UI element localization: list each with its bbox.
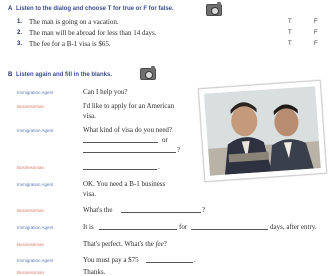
speaker-label: Businessman xyxy=(17,242,45,247)
speaker-label: Immigration Agent xyxy=(17,128,54,133)
speaker-label: Businessman xyxy=(17,270,45,275)
true-option[interactable]: T xyxy=(288,19,292,25)
question-mark: ? xyxy=(202,206,206,214)
photo-frame xyxy=(197,79,328,183)
section-b-letter: B xyxy=(8,72,13,78)
fill-blank[interactable] xyxy=(83,163,157,170)
speaker-label: Businessman xyxy=(17,104,45,109)
audio-camera-icon[interactable] xyxy=(140,66,156,80)
statement-number: 1. xyxy=(17,19,23,25)
section-a-instruction: Listen to the dialog and choose T for tr… xyxy=(16,6,174,12)
for-word: for xyxy=(179,223,188,231)
fill-blank[interactable] xyxy=(99,223,177,230)
statement-number: 2. xyxy=(17,30,23,36)
fill-blank[interactable] xyxy=(146,256,193,263)
true-option[interactable]: T xyxy=(288,30,292,36)
dialog-line: That's perfect. What's the fee? xyxy=(83,240,167,248)
dialog-line-continued: visa. xyxy=(83,112,97,120)
dialog-line: You must pay a $75 xyxy=(83,256,139,264)
dialog-line-continued: visa. xyxy=(83,190,97,198)
statement-text: The man will be abroad for less than 14 … xyxy=(29,29,157,37)
emphasized-word: fee xyxy=(155,240,164,248)
speaker-label: Immigration Agent xyxy=(17,90,54,95)
section-a-letter: A xyxy=(8,6,13,12)
false-option[interactable]: F xyxy=(314,30,318,36)
audio-camera-icon[interactable] xyxy=(206,2,222,16)
statement-number: 3. xyxy=(17,41,23,47)
dialog-line: What's the xyxy=(83,206,113,214)
fill-blank[interactable] xyxy=(121,206,201,213)
question-mark: ? xyxy=(177,146,181,154)
dialog-line: Thanks. xyxy=(83,268,106,276)
or-word: or xyxy=(162,136,168,144)
true-option[interactable]: T xyxy=(288,41,292,47)
false-option[interactable]: F xyxy=(314,41,318,47)
speaker-label: Businessman xyxy=(17,165,45,170)
fill-blank[interactable] xyxy=(83,146,176,153)
period: . xyxy=(158,163,160,171)
speaker-label: Immigration Agent xyxy=(17,258,54,263)
dialog-line: What kind of visa do you need? xyxy=(83,126,173,134)
dialog-line-text: That's perfect. What's the xyxy=(83,240,154,248)
fill-blank[interactable] xyxy=(191,223,268,230)
fill-blank[interactable] xyxy=(83,136,158,143)
speaker-label: Immigration Agent xyxy=(17,225,54,230)
question-mark: ? xyxy=(163,240,167,248)
period: . xyxy=(194,256,196,264)
false-option[interactable]: F xyxy=(314,19,318,25)
dialog-line-tail: days, after entry. xyxy=(270,223,317,231)
dialog-line: It is xyxy=(83,223,94,231)
statement-text: The man is going on a vacation. xyxy=(29,18,119,26)
photo-illustration xyxy=(204,86,321,176)
businessmen-photo xyxy=(204,86,321,176)
dialog-line: I'd like to apply for an American xyxy=(83,102,175,110)
section-b-instruction: Listen again and fill in the blanks. xyxy=(16,72,113,78)
statement-text: The fee for a B-1 visa is $65. xyxy=(29,40,111,48)
dialog-line: Can I help you? xyxy=(83,88,128,96)
dialog-line: OK. You need a B-1 business xyxy=(83,180,166,188)
speaker-label: Businessman xyxy=(17,208,45,213)
speaker-label: Immigration Agent xyxy=(17,182,54,187)
